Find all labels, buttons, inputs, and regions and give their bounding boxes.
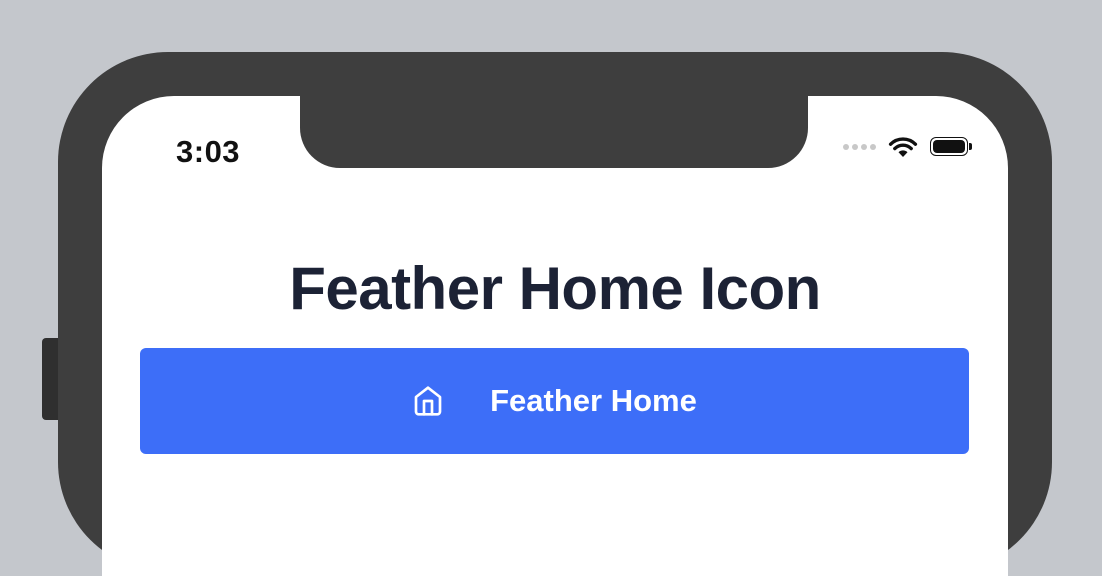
wifi-icon [888, 136, 918, 158]
battery-icon [930, 136, 974, 158]
side-button [42, 338, 58, 420]
page-title: Feather Home Icon [289, 255, 821, 322]
status-time: 3:03 [176, 134, 241, 169]
notch [300, 96, 808, 168]
home-icon [412, 384, 444, 418]
feather-home-button[interactable]: Feather Home [140, 348, 969, 454]
cellular-signal-icon [843, 144, 876, 150]
button-label: Feather Home [490, 383, 697, 418]
status-icons [843, 136, 974, 158]
phone-screen: 3:03 Feather Home Icon Feather Home [102, 96, 1008, 576]
